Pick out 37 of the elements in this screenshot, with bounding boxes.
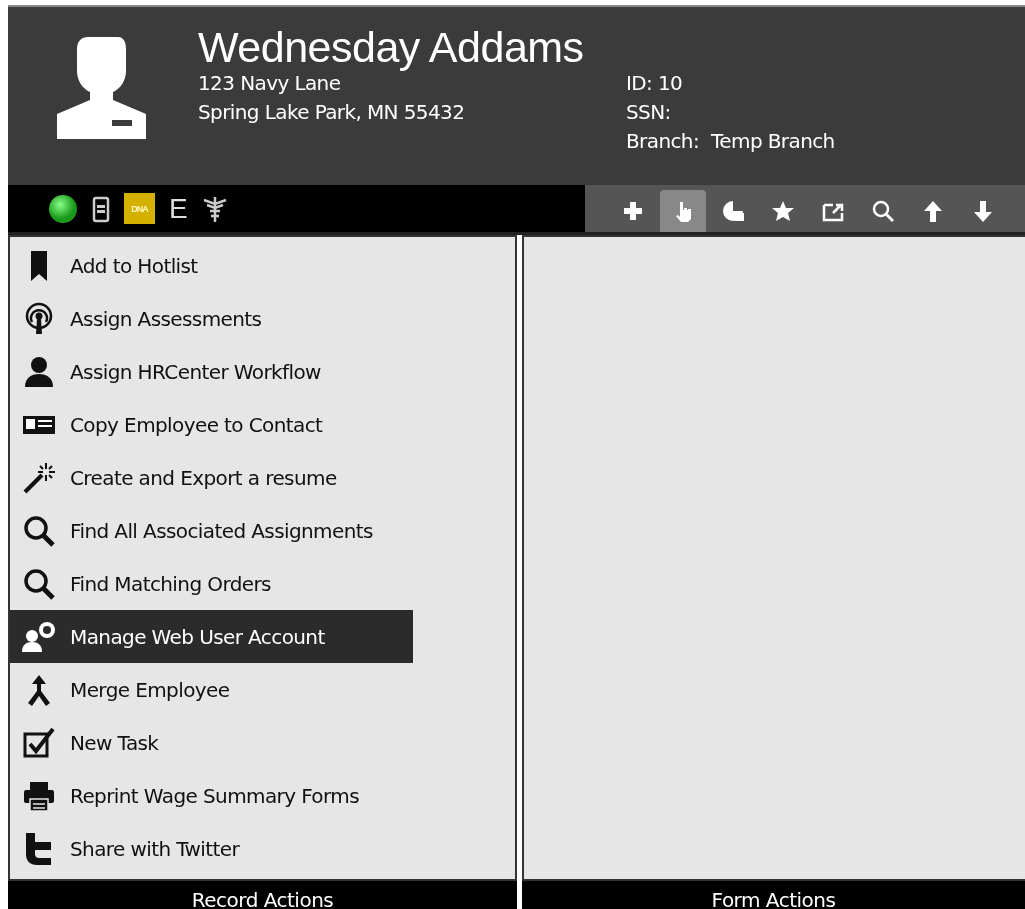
plus-icon bbox=[622, 199, 644, 223]
magic-wand-icon bbox=[22, 460, 56, 495]
employee-name: Wednesday Addams bbox=[198, 23, 585, 71]
pie-chart-icon bbox=[722, 199, 744, 223]
e-label: E bbox=[169, 192, 188, 225]
dna-badge: DNA bbox=[124, 193, 155, 224]
menu-item[interactable]: Merge Employee bbox=[10, 663, 413, 716]
menu-item[interactable]: Manage Web User Account bbox=[10, 610, 413, 663]
panel-title: Form Actions bbox=[711, 889, 836, 909]
menu-item[interactable]: Assign HRCenter Workflow bbox=[10, 345, 413, 398]
star-icon bbox=[772, 199, 794, 223]
address-line: Spring Lake Park, MN 55432 bbox=[198, 100, 466, 124]
pointer-hand-button[interactable] bbox=[660, 190, 706, 232]
menu-item[interactable]: Share with Twitter bbox=[10, 822, 413, 875]
panel-title: Record Actions bbox=[191, 889, 334, 909]
ssn-label: SSN: bbox=[626, 100, 672, 124]
menu-item[interactable]: Add to Hotlist bbox=[10, 239, 413, 292]
search-icon bbox=[22, 513, 56, 548]
clipboard-icon bbox=[92, 194, 110, 223]
search-icon bbox=[22, 566, 56, 601]
person-icon bbox=[22, 354, 56, 389]
id-label: ID: 10 bbox=[626, 71, 684, 95]
arrow-down-icon bbox=[972, 199, 994, 223]
branch-label: Branch: bbox=[626, 129, 700, 153]
menu-item[interactable]: Copy Employee to Contact bbox=[10, 398, 413, 451]
menu-item[interactable]: Find Matching Orders bbox=[10, 557, 413, 610]
checkbox-icon bbox=[22, 725, 56, 760]
menu-item[interactable]: Find All Associated Assignments bbox=[10, 504, 413, 557]
address-line: 123 Navy Lane bbox=[198, 71, 342, 95]
branch-value: Temp Branch bbox=[711, 129, 835, 153]
status-dot-icon bbox=[48, 193, 78, 224]
menu-item[interactable]: Reprint Wage Summary Forms bbox=[10, 769, 413, 822]
menu-item[interactable]: Create and Export a resume bbox=[10, 451, 413, 504]
menu-item[interactable]: New Task bbox=[10, 716, 413, 769]
menu-item[interactable]: Assign Assessments bbox=[10, 292, 413, 345]
arrow-up-icon bbox=[922, 199, 944, 223]
search-icon bbox=[872, 199, 894, 223]
